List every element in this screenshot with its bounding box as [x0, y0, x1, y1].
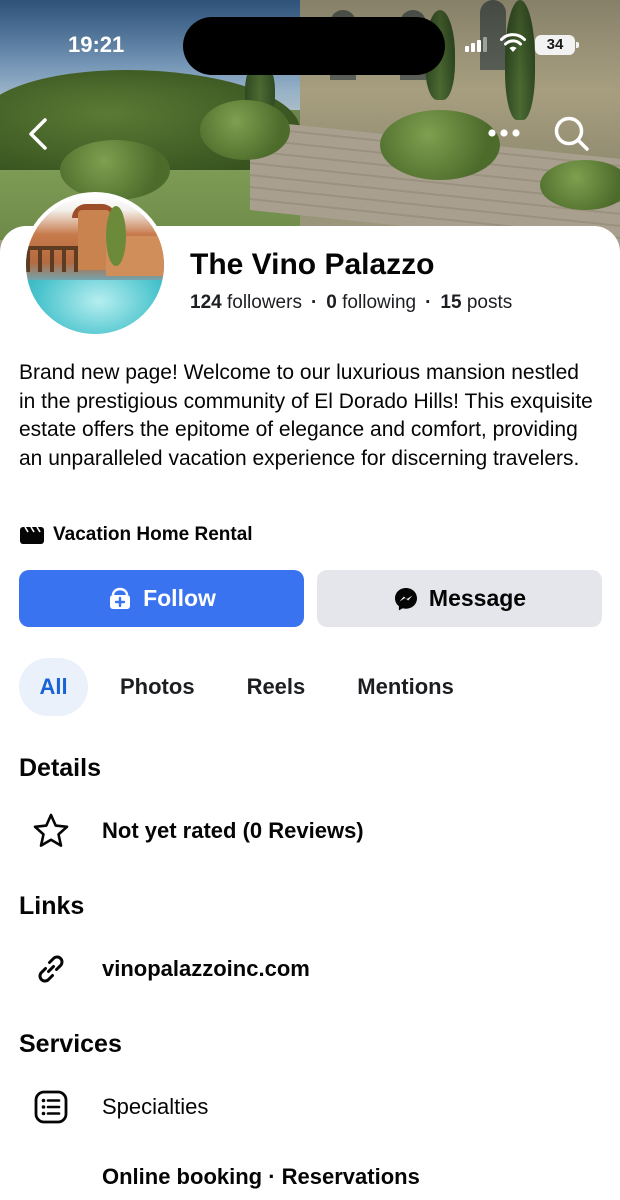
followers-label: followers — [226, 292, 302, 313]
booking-row[interactable]: Online booking · Reservations — [28, 1154, 420, 1200]
details-heading: Details — [19, 754, 101, 782]
follow-page-icon — [110, 587, 131, 609]
clapperboard-icon — [20, 526, 44, 544]
posts-link[interactable]: 15 posts — [440, 292, 512, 313]
website-row[interactable]: vinopalazzoinc.com — [28, 946, 310, 992]
list-icon — [28, 1084, 74, 1130]
cover-shrub — [380, 110, 500, 180]
website-link[interactable]: vinopalazzoinc.com — [102, 956, 310, 982]
profile-stats: 124 followers · 0 following · 15 posts — [190, 292, 513, 313]
links-heading: Links — [19, 892, 85, 920]
followers-count: 124 — [190, 292, 222, 313]
following-label: following — [342, 292, 417, 313]
tab-mentions[interactable]: Mentions — [337, 658, 474, 716]
messenger-icon — [394, 587, 417, 610]
link-icon — [28, 946, 74, 992]
more-options-button[interactable] — [484, 118, 524, 148]
booking-text: Online booking · Reservations — [102, 1164, 420, 1189]
following-count: 0 — [326, 292, 337, 313]
dynamic-island — [183, 17, 445, 75]
posts-count: 15 — [440, 292, 462, 313]
search-button[interactable] — [550, 112, 594, 156]
follow-label: Follow — [143, 585, 216, 611]
battery-icon: 34 — [535, 35, 579, 55]
page-title: The Vino Palazzo — [190, 248, 435, 281]
rating-row[interactable]: Not yet rated (0 Reviews) — [28, 808, 364, 854]
message-button[interactable]: Message — [317, 570, 602, 627]
cover-shrub — [200, 100, 290, 160]
status-time: 19:21 — [68, 32, 125, 57]
tab-reels[interactable]: Reels — [227, 658, 326, 716]
cellular-signal-icon — [465, 36, 489, 52]
message-label: Message — [428, 585, 527, 611]
category-label: Vacation Home Rental — [53, 524, 253, 545]
booking-icon-placeholder — [28, 1154, 74, 1200]
chevron-left-icon — [29, 118, 47, 150]
specialties-row[interactable]: Specialties — [28, 1084, 208, 1130]
content-tabs: All Photos Reels Mentions — [19, 658, 474, 716]
back-button[interactable] — [20, 114, 56, 154]
page-bio: Brand new page! Welcome to our luxurious… — [19, 361, 593, 470]
followers-link[interactable]: 124 followers — [190, 292, 302, 313]
services-heading: Services — [19, 1030, 122, 1058]
cover-shrub — [60, 140, 170, 200]
tab-photos[interactable]: Photos — [100, 658, 215, 716]
follow-button[interactable]: Follow — [19, 570, 304, 627]
ellipsis-icon — [488, 129, 520, 137]
profile-avatar[interactable] — [22, 192, 168, 338]
page-category: Vacation Home Rental — [19, 524, 253, 546]
rating-text: Not yet rated (0 Reviews) — [102, 818, 364, 843]
search-icon — [554, 116, 589, 151]
specialties-label: Specialties — [102, 1094, 209, 1119]
cover-shrub — [540, 160, 620, 210]
wifi-icon — [500, 33, 526, 53]
tab-all[interactable]: All — [19, 658, 88, 716]
posts-label: posts — [466, 292, 513, 313]
following-link[interactable]: 0 following — [326, 292, 416, 313]
star-icon — [28, 808, 74, 854]
